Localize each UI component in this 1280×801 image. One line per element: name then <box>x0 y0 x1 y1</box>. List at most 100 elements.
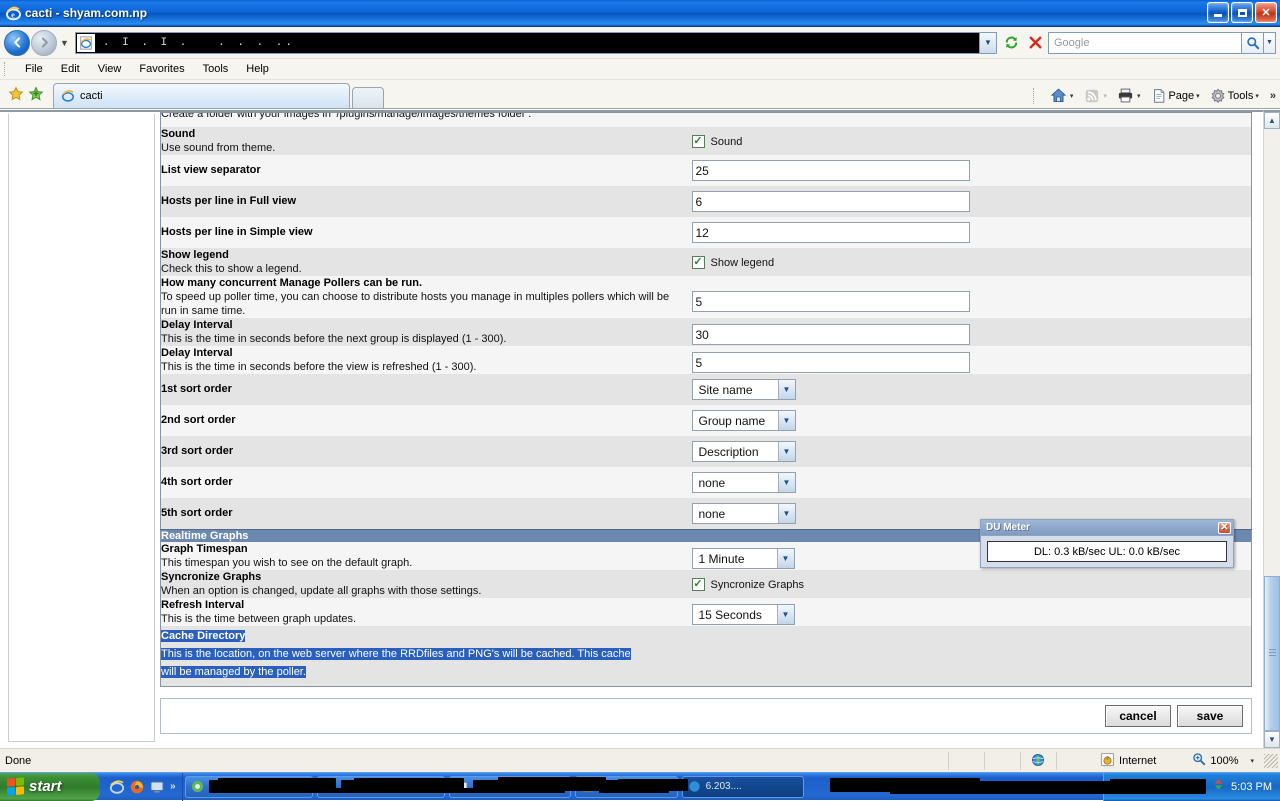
taskbar-button[interactable] <box>184 775 313 798</box>
print-button[interactable]: ▾ <box>1114 86 1148 105</box>
back-button[interactable] <box>4 29 30 56</box>
command-bar-grip[interactable] <box>1032 87 1039 104</box>
taskbar-button[interactable] <box>316 775 445 798</box>
chevron-down-icon[interactable]: ▼ <box>777 380 795 399</box>
menu-item-file[interactable]: File <box>16 61 52 77</box>
taskbar-button[interactable] <box>448 775 571 798</box>
windows-taskbar: start » 6.203.... 5:03 PM <box>0 772 1280 801</box>
select-sort-order-1[interactable]: Site name ▼ <box>691 379 796 400</box>
chevron-down-icon[interactable]: ▼ <box>777 442 795 461</box>
checkbox-show-legend[interactable]: ✓ <box>691 256 705 269</box>
resize-grip[interactable] <box>1264 753 1278 768</box>
minimize-button[interactable] <box>1207 2 1229 23</box>
page-scrollbar[interactable]: ▲ ▼ <box>1263 110 1280 748</box>
scrollbar-track[interactable] <box>1264 129 1280 731</box>
status-divider <box>948 751 950 770</box>
maximize-button[interactable] <box>1231 2 1253 23</box>
menu-item-view[interactable]: View <box>89 61 131 77</box>
forward-button[interactable] <box>31 29 57 56</box>
scrollbar-thumb[interactable] <box>1264 576 1280 731</box>
quick-launch-overflow-icon[interactable]: » <box>170 781 176 792</box>
chevron-down-icon[interactable]: ▼ <box>776 605 794 624</box>
address-input[interactable]: . I . I . ¯ . . . .. <box>95 37 979 49</box>
page-caret[interactable]: ▾ <box>1196 92 1200 100</box>
input-hosts-simple-view[interactable] <box>691 222 970 243</box>
select-refresh-interval[interactable]: 15 Seconds ▼ <box>691 604 795 625</box>
select-sort-order-3[interactable]: Description ▼ <box>691 441 796 462</box>
star-icon[interactable] <box>6 84 26 104</box>
security-zone[interactable]: Internet <box>1092 752 1164 770</box>
du-meter-title-bar[interactable]: DU Meter ✕ <box>981 520 1233 536</box>
print-caret[interactable]: ▾ <box>1137 92 1141 100</box>
page-button[interactable]: Page ▾ <box>1147 86 1206 105</box>
start-button[interactable]: start <box>0 772 100 801</box>
command-overflow-icon[interactable]: » <box>1270 90 1276 102</box>
field-title-sort-order-5: 5th sort order <box>161 507 233 519</box>
history-dropdown-caret[interactable]: ▼ <box>60 38 69 48</box>
ie-icon[interactable] <box>108 778 125 795</box>
input-concurrent-pollers[interactable] <box>691 291 970 312</box>
chevron-down-icon[interactable]: ▼ <box>777 504 795 523</box>
chevron-down-icon[interactable]: ▼ <box>777 411 795 430</box>
taskbar-clock[interactable]: 5:03 PM <box>1231 781 1272 793</box>
du-meter-widget[interactable]: DU Meter ✕ DL: 0.3 kB/sec UL: 0.0 kB/sec <box>980 519 1234 568</box>
status-divider <box>1020 751 1022 770</box>
tools-caret[interactable]: ▾ <box>1255 92 1259 100</box>
cancel-button[interactable]: cancel <box>1105 705 1171 727</box>
zoom-caret[interactable]: ▾ <box>1250 757 1254 765</box>
select-value-sort-order-5: none <box>698 506 726 521</box>
app-icon <box>688 780 702 794</box>
menu-item-favorites[interactable]: Favorites <box>130 61 193 77</box>
input-delay-interval-refresh[interactable] <box>691 352 970 373</box>
tools-button[interactable]: Tools ▾ <box>1207 86 1266 105</box>
checkbox-sound[interactable]: ✓ <box>691 135 705 148</box>
field-title-hosts-full-view: Hosts per line in Full view <box>161 195 297 207</box>
search-icon[interactable] <box>1242 31 1264 54</box>
home-button[interactable]: ▾ <box>1047 86 1081 105</box>
save-button[interactable]: save <box>1177 705 1243 727</box>
search-options-caret[interactable]: ▼ <box>1264 31 1276 54</box>
field-desc-concurrent-pollers: To speed up poller time, you can choose … <box>161 291 670 317</box>
select-graph-timespan[interactable]: 1 Minute ▼ <box>691 548 795 569</box>
add-favorite-icon[interactable] <box>26 84 46 104</box>
checkbox-label-sound: Sound <box>710 135 743 148</box>
new-tab-button[interactable] <box>352 87 384 108</box>
table-row: 1st sort order Site name ▼ <box>160 374 1252 405</box>
home-caret[interactable]: ▾ <box>1070 92 1074 100</box>
address-bar[interactable]: . I . I . ¯ . . . .. ▼ <box>74 31 997 54</box>
taskbar-button-active[interactable]: 6.203.... <box>681 775 804 798</box>
feeds-button[interactable]: ▾ <box>1080 86 1114 105</box>
scroll-down-button[interactable]: ▼ <box>1264 731 1280 748</box>
select-sort-order-2[interactable]: Group name ▼ <box>691 410 796 431</box>
du-meter-close-icon[interactable]: ✕ <box>1218 521 1231 534</box>
menu-item-tools[interactable]: Tools <box>194 61 238 77</box>
scroll-up-button[interactable]: ▲ <box>1264 112 1280 129</box>
tray-updown-icon[interactable] <box>1212 778 1225 796</box>
show-desktop-icon[interactable] <box>148 778 165 795</box>
search-input[interactable]: Google <box>1048 31 1242 54</box>
checkbox-syncronize-graphs[interactable]: ✓ <box>691 578 705 591</box>
tab-label: cacti <box>80 90 103 102</box>
input-list-view-separator[interactable] <box>691 160 970 181</box>
input-hosts-full-view[interactable] <box>691 191 970 212</box>
tab-cacti[interactable]: cacti <box>53 83 350 108</box>
address-dropdown-caret[interactable]: ▼ <box>979 32 996 53</box>
select-value-graph-timespan: 1 Minute <box>698 551 745 566</box>
chevron-down-icon[interactable]: ▼ <box>777 473 795 492</box>
select-sort-order-4[interactable]: none ▼ <box>691 472 796 493</box>
print-icon <box>1116 86 1135 105</box>
firefox-icon[interactable] <box>128 778 145 795</box>
input-delay-interval-group[interactable] <box>691 324 970 345</box>
select-sort-order-5[interactable]: none ▼ <box>691 503 796 524</box>
app-icon <box>191 780 205 794</box>
zoom-control[interactable]: 100% ▾ <box>1178 752 1260 769</box>
taskbar-button[interactable] <box>574 775 678 798</box>
refresh-icon[interactable] <box>1000 32 1022 54</box>
stop-icon[interactable] <box>1024 32 1046 54</box>
field-desc-delay-interval-group: This is the time in seconds before the n… <box>161 333 507 345</box>
close-button[interactable]: ✕ <box>1255 2 1277 23</box>
menu-grip[interactable] <box>4 62 10 76</box>
chevron-down-icon[interactable]: ▼ <box>776 549 794 568</box>
menu-item-edit[interactable]: Edit <box>52 61 89 77</box>
menu-item-help[interactable]: Help <box>237 61 278 77</box>
